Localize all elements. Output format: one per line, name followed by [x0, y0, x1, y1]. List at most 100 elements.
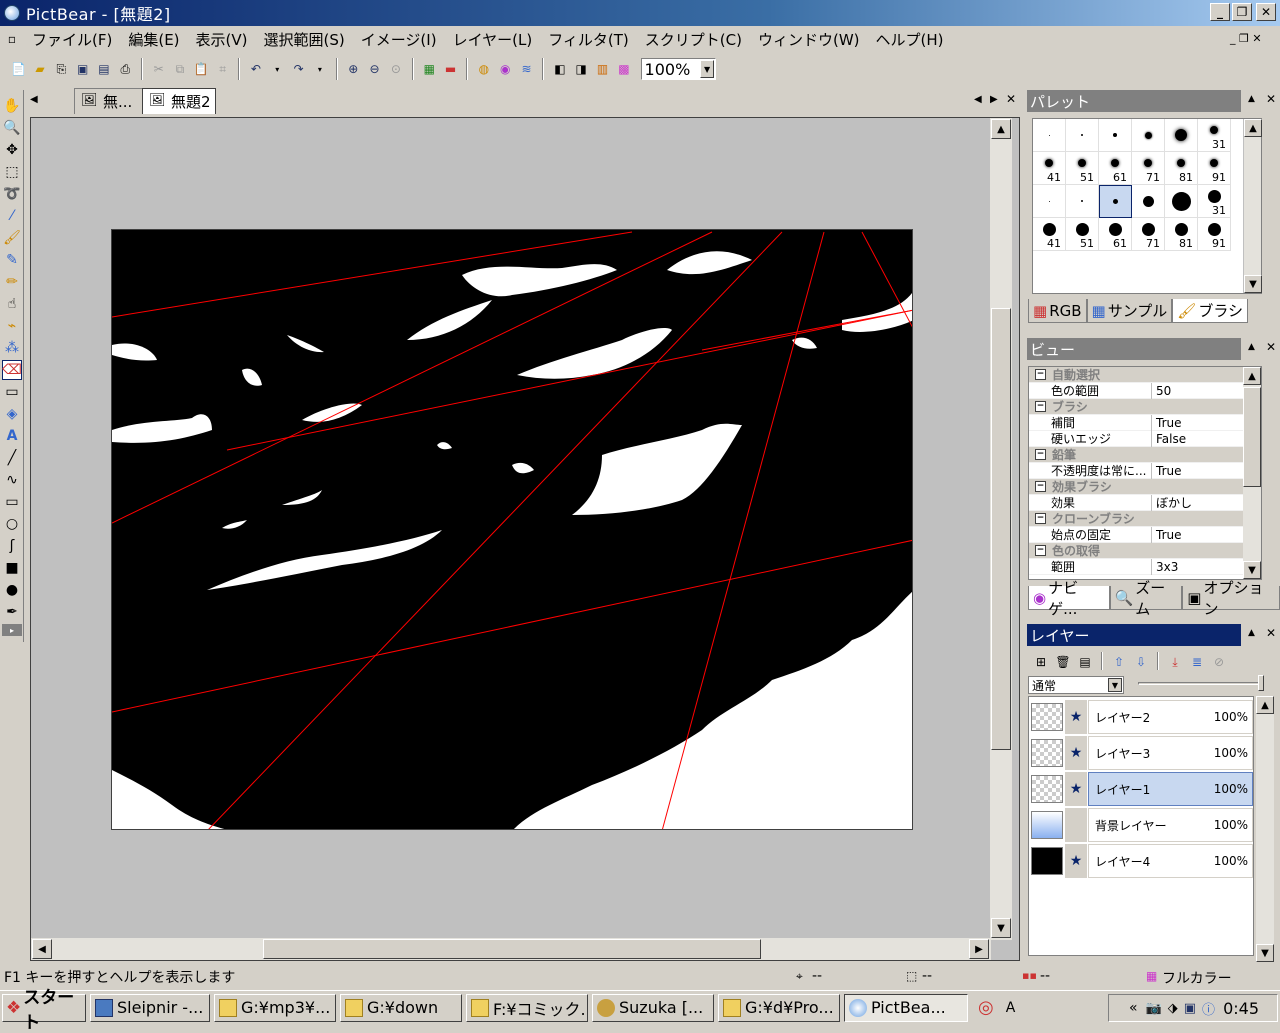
mdi-controls[interactable]: _ ❐ ✕ [1230, 32, 1262, 45]
star-icon[interactable]: ★ [1065, 700, 1087, 734]
menu-edit[interactable]: 編集(E) [120, 29, 187, 50]
eyedropper-icon[interactable]: ⁂ [2, 338, 22, 358]
scroll-right-icon[interactable]: ▶ [969, 939, 989, 959]
merge-visible-icon[interactable]: ≣ [1187, 652, 1207, 672]
lasso-icon[interactable]: ➰ [2, 184, 22, 204]
text-tool-icon[interactable]: A [2, 426, 22, 446]
task-suzuka[interactable]: Suzuka [... [592, 993, 714, 1022]
brush-cell[interactable]: 61 [1099, 152, 1132, 185]
filled-ellipse-icon[interactable]: ● [2, 580, 22, 600]
crop-icon[interactable]: ⌗ [213, 59, 232, 79]
zoom-tool-icon[interactable]: 🔍 [2, 118, 22, 138]
panel-close-icon[interactable]: ✕ [1266, 626, 1276, 640]
eraser-icon[interactable]: ⌫ [2, 360, 22, 380]
cut-icon[interactable]: ✂ [149, 59, 168, 79]
scroll-down-icon[interactable]: ▼ [1256, 944, 1274, 962]
brush-cell[interactable] [1066, 119, 1099, 152]
effect-brush-icon[interactable]: ⌁ [2, 316, 22, 336]
brush-cell[interactable]: 51 [1066, 152, 1099, 185]
quick-launch-icon[interactable]: ◎ [978, 997, 994, 1018]
mask-icon[interactable]: ◧ [550, 59, 569, 79]
redo-dropdown-icon[interactable]: ▾ [310, 59, 329, 79]
brush-cell[interactable] [1165, 119, 1198, 152]
menu-view[interactable]: 表示(V) [188, 29, 256, 50]
fill-icon[interactable]: ◈ [2, 404, 22, 424]
menu-file[interactable]: ファイル(F) [24, 29, 120, 50]
brush-cell[interactable] [1132, 185, 1165, 218]
undo-dropdown-icon[interactable]: ▾ [268, 59, 287, 79]
move-down-icon[interactable]: ⇩ [1131, 652, 1151, 672]
collapse-icon[interactable]: − [1035, 449, 1046, 460]
brush-cell[interactable] [1132, 119, 1165, 152]
image-canvas[interactable] [111, 229, 913, 830]
property-value[interactable]: True [1152, 416, 1182, 430]
task-folder-pro[interactable]: G:¥d¥Pro... [718, 993, 840, 1022]
property-row[interactable]: 不透明度は常に... True [1029, 462, 1261, 479]
panel-collapse-icon[interactable]: ▲ [1248, 342, 1255, 352]
line-tool-icon[interactable]: ╱ [2, 448, 22, 468]
image-icon[interactable]: ▦ [420, 59, 439, 79]
menu-script[interactable]: スクリプト(C) [637, 29, 750, 50]
brush-cell[interactable]: 91 [1198, 218, 1231, 251]
star-empty-icon[interactable]: ★ [1065, 808, 1087, 842]
collapse-icon[interactable]: − [1035, 545, 1046, 556]
smudge-icon[interactable]: ☝ [2, 294, 22, 314]
zoom-in-icon[interactable]: ⊕ [344, 59, 363, 79]
scroll-up-icon[interactable]: ▲ [991, 119, 1011, 139]
brush-cell[interactable] [1033, 119, 1066, 152]
tab-scroll-right-icon[interactable]: ▶ [990, 94, 998, 105]
grid-icon[interactable]: ▥ [593, 59, 612, 79]
task-folder-mp3[interactable]: G:¥mp3¥... [214, 993, 336, 1022]
curve-tool-icon[interactable]: ∿ [2, 470, 22, 490]
print-icon[interactable]: ⎙ [116, 59, 135, 79]
paste-icon[interactable]: 📋 [192, 59, 211, 79]
property-row[interactable]: 補間 True [1029, 414, 1261, 431]
layers-icon[interactable]: ≋ [517, 59, 536, 79]
category-row[interactable]: − 色の取得 [1029, 543, 1261, 559]
doc-menu-icon[interactable]: ▫ [0, 32, 24, 46]
filled-rect-icon[interactable]: ■ [2, 558, 22, 578]
horizontal-scrollbar[interactable]: ◀ ▶ [31, 938, 991, 960]
tab-scroll-left2-icon[interactable]: ◀ [974, 94, 982, 105]
panel-collapse-icon[interactable]: ▲ [1248, 628, 1255, 638]
tab-rgb[interactable]: ▦ RGB [1028, 299, 1087, 323]
mask2-icon[interactable]: ◨ [572, 59, 591, 79]
brush-cell[interactable]: 81 [1165, 218, 1198, 251]
brush-cell[interactable] [1165, 185, 1198, 218]
layer-row-selected[interactable]: ★ レイヤー1 100% [1029, 771, 1253, 807]
property-value[interactable]: True [1152, 528, 1182, 542]
property-value[interactable]: 3x3 [1152, 560, 1178, 574]
category-row[interactable]: − 鉛筆 [1029, 447, 1261, 463]
tab-doc2[interactable]: 🖼 無題2 [142, 88, 216, 114]
merge-down-icon[interactable]: ⤓ [1165, 652, 1185, 672]
zoom-select[interactable]: 100% ▼ [640, 58, 717, 80]
view-scrollbar[interactable]: ▲ ▼ [1243, 367, 1261, 579]
menu-image[interactable]: イメージ(I) [353, 29, 445, 50]
layer-row[interactable]: ★ レイヤー2 100% [1029, 699, 1253, 735]
pencil-icon[interactable]: ✏ [2, 272, 22, 292]
brush-cell[interactable] [1033, 185, 1066, 218]
category-row[interactable]: − クローンブラシ [1029, 511, 1261, 527]
property-row[interactable]: 色の範囲 50 [1029, 382, 1261, 399]
property-value[interactable]: True [1152, 464, 1182, 478]
expand-icon[interactable]: ▸ [2, 624, 22, 636]
rect-tool-icon[interactable]: ▭ [2, 492, 22, 512]
property-row[interactable]: 効果 ぼかし [1029, 494, 1261, 511]
brush-cell[interactable]: 71 [1132, 218, 1165, 251]
menu-filter[interactable]: フィルタ(T) [540, 29, 637, 50]
scroll-up-icon[interactable]: ▲ [1256, 696, 1274, 714]
magic-wand-icon[interactable]: ⁄ [2, 206, 22, 226]
copy-icon[interactable]: ⧉ [170, 59, 189, 79]
gradient-icon[interactable]: ▭ [2, 382, 22, 402]
property-row[interactable]: 始点の固定 True [1029, 526, 1261, 543]
opacity-slider[interactable] [1138, 682, 1262, 685]
ellipse-tool-icon[interactable]: ○ [2, 514, 22, 534]
pen-tool-icon[interactable]: ✒ [2, 602, 22, 622]
scroll-down-icon[interactable]: ▼ [991, 918, 1011, 938]
category-row[interactable]: − 効果ブラシ [1029, 479, 1261, 495]
category-row[interactable]: − ブラシ [1029, 399, 1261, 415]
star-icon[interactable]: ★ [1065, 844, 1087, 878]
brush-cell[interactable] [1066, 185, 1099, 218]
palette-icon[interactable]: ◍ [474, 59, 493, 79]
scroll-down-icon[interactable]: ▼ [1244, 275, 1262, 293]
